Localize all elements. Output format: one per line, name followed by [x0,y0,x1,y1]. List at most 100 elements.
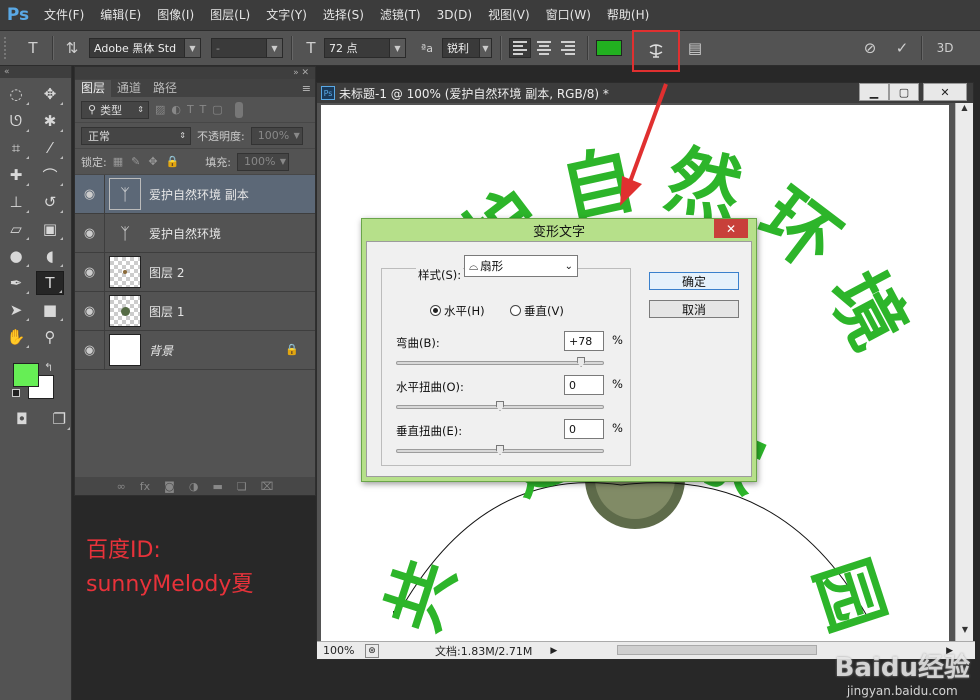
layer-row[interactable]: ◉ 图层 2 [75,252,315,292]
menu-window[interactable]: 窗口(W) [538,0,599,30]
minimize-button[interactable]: ▁ [859,83,889,101]
layer-row[interactable]: ◉ 背景 🔒 [75,330,315,370]
panel-collapse-icon[interactable]: » ✕ [75,67,315,79]
healing-brush-icon[interactable]: ✚ [2,163,30,187]
menu-3d[interactable]: 3D(D) [429,0,480,30]
menu-layer[interactable]: 图层(L) [202,0,258,30]
share-icon[interactable]: ⊛ [365,643,379,658]
hdist-input[interactable]: 0 [564,375,604,395]
eye-icon[interactable]: ◉ [75,291,105,331]
bend-slider-thumb[interactable] [577,357,586,367]
adjustment-icon[interactable]: ◑ [189,480,199,493]
eraser-icon[interactable]: ▱ [2,217,30,241]
layer-row[interactable]: ◉ ᛉ 爱护自然环境 副本 [75,174,315,214]
magic-wand-icon[interactable]: ✱ [36,109,64,133]
menu-select[interactable]: 选择(S) [315,0,372,30]
move-icon[interactable]: ✥ [36,82,64,106]
history-brush-icon[interactable]: ↺ [36,190,64,214]
font-size-select[interactable]: 72 点 ▼ [324,38,406,58]
dodge-icon[interactable]: ◖ [36,244,64,268]
bend-input[interactable]: +78 [564,331,604,351]
mask-icon[interactable]: ◙ [164,480,175,493]
marquee-icon[interactable]: ◌ [2,82,30,106]
layer-row[interactable]: ◉ 图层 1 [75,291,315,331]
3d-button[interactable]: 3D [930,37,960,59]
vertical-scrollbar[interactable]: ▲ ▼ [955,103,973,643]
vdist-input[interactable]: 0 [564,419,604,439]
link-icon[interactable]: ∞ [117,480,126,493]
default-colors-icon[interactable] [12,389,20,397]
clone-stamp-icon[interactable]: ⊥ [2,190,30,214]
folder-icon[interactable]: ▬ [212,480,222,493]
scroll-up-icon[interactable]: ▲ [956,103,973,121]
foreground-color-swatch[interactable] [13,363,39,387]
text-color-swatch[interactable] [596,40,622,56]
trash-icon[interactable]: ⌧ [261,480,274,493]
type-tool-icon[interactable]: T [36,271,64,295]
ok-button[interactable]: 确定 [649,272,739,290]
cancel-icon[interactable]: ⊘ [859,37,881,59]
fill-field[interactable]: 100% ▼ [236,152,289,171]
toolbox-collapse-icon[interactable]: « [0,66,71,78]
dialog-close-button[interactable]: ✕ [714,219,748,238]
new-layer-icon[interactable]: ❏ [237,480,247,493]
menu-type[interactable]: 文字(Y) [258,0,315,30]
menu-file[interactable]: 文件(F) [36,0,92,30]
fx-icon[interactable]: fx [140,480,150,493]
filter-kind-select[interactable]: ⚲ 类型 ⇕ [81,100,149,119]
filter-icons[interactable]: ▨◐TT▢ [155,103,229,116]
close-button[interactable]: ✕ [923,83,967,101]
grip-handle[interactable] [4,37,12,59]
blur-icon[interactable]: ● [2,244,30,268]
align-center-button[interactable] [533,38,555,58]
align-left-button[interactable] [509,38,531,58]
blend-mode-select[interactable]: 正常 ⇕ [81,126,191,145]
character-panel-icon[interactable]: ▤ [684,37,706,59]
gradient-icon[interactable]: ▣ [36,217,64,241]
zoom-icon[interactable]: ⚲ [36,325,64,349]
menu-view[interactable]: 视图(V) [480,0,538,30]
commit-check-icon[interactable]: ✓ [891,37,913,59]
menu-filter[interactable]: 滤镜(T) [372,0,429,30]
screen-mode-icon[interactable]: ❐ [48,407,72,431]
bend-slider-track[interactable] [396,361,604,365]
brush-icon[interactable]: ⌒ [36,163,64,187]
tab-paths[interactable]: 路径 [147,80,183,97]
hand-icon[interactable]: ✋ [2,325,30,349]
type-tool-preset-icon[interactable]: T [22,37,44,59]
vertical-radio[interactable]: 垂直(V) [510,303,564,319]
pen-icon[interactable]: ✒ [2,271,30,295]
layer-row[interactable]: ◉ ᛉ 爱护自然环境 [75,213,315,253]
zoom-readout[interactable]: 100% [317,644,365,657]
font-family-select[interactable]: Adobe 黑体 Std ▼ [89,38,201,58]
swap-colors-icon[interactable]: ↰ [44,361,53,374]
crop-icon[interactable]: ⌗ [2,136,30,160]
cancel-button[interactable]: 取消 [649,300,739,318]
align-right-button[interactable] [557,38,579,58]
eyedropper-icon[interactable]: ⁄ [36,136,64,160]
panel-menu-icon[interactable]: ≡ [302,80,315,97]
eye-icon[interactable]: ◉ [75,330,105,370]
antialias-select[interactable]: 锐利 ▼ [442,38,492,58]
eye-icon[interactable]: ◉ [75,252,105,292]
tab-channels[interactable]: 通道 [111,80,147,97]
vdist-slider-thumb[interactable] [496,445,504,455]
filter-toggle[interactable] [234,101,243,118]
path-selection-icon[interactable]: ➤ [2,298,30,322]
eye-icon[interactable]: ◉ [75,213,105,253]
font-style-select[interactable]: - ▼ [211,38,283,58]
eye-icon[interactable]: ◉ [75,174,105,214]
status-menu-icon[interactable]: ▶ [550,646,557,656]
menu-edit[interactable]: 编辑(E) [92,0,149,30]
text-orientation-icon[interactable]: ⇅ [61,37,83,59]
opacity-field[interactable]: 100% ▼ [250,126,303,145]
lock-icons[interactable]: ▦✎✥🔒 [113,155,188,168]
maximize-button[interactable]: ▢ [889,83,919,101]
quick-mask-icon[interactable]: ◘ [10,407,34,431]
style-select[interactable]: ⌓ 扇形 ⌄ [464,255,578,277]
horizontal-radio[interactable]: 水平(H) [430,303,485,319]
rectangle-icon[interactable]: ■ [36,298,64,322]
dialog-titlebar[interactable]: 变形文字 ✕ [362,219,756,241]
tab-layers[interactable]: 图层 [75,80,112,97]
horizontal-scroll-thumb[interactable] [617,645,817,655]
